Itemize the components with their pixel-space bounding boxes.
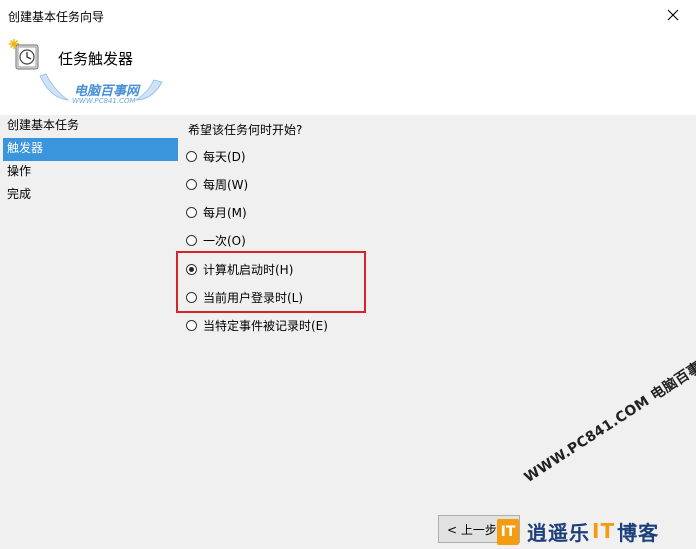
radio-label: 每天(D): [203, 149, 246, 164]
radio-button[interactable]: [186, 319, 197, 331]
radio-monthly[interactable]: 每月(M): [186, 203, 247, 221]
brand-text-it: IT: [592, 519, 616, 543]
radio-button[interactable]: [186, 234, 197, 246]
radio-daily[interactable]: 每天(D): [186, 147, 246, 165]
brand-text: 逍遥乐 IT 博客: [527, 515, 659, 547]
trigger-question: 希望该任务何时开始?: [188, 123, 303, 137]
radio-label: 当特定事件被记录时(E): [203, 318, 328, 333]
task-clock-icon: [8, 38, 40, 70]
sidebar-item-action[interactable]: 操作: [3, 161, 178, 184]
back-button-label: < 上一步(: [447, 522, 502, 537]
sidebar-item-label: 完成: [7, 187, 32, 201]
sidebar-item-label: 操作: [7, 164, 32, 178]
sidebar-item-label: 触发器: [7, 141, 44, 155]
sidebar-item-create-basic-task[interactable]: 创建基本任务: [3, 115, 178, 138]
radio-button[interactable]: [186, 206, 197, 218]
window-title: 创建基本任务向导: [8, 10, 105, 24]
title-bar: 创建基本任务向导: [0, 0, 696, 30]
watermark-logo-subtext: WWW.PC841.COM: [72, 97, 136, 105]
radio-on-event[interactable]: 当特定事件被记录时(E): [186, 316, 328, 334]
it-badge: IT: [497, 519, 519, 545]
radio-weekly[interactable]: 每周(W): [186, 175, 248, 193]
sidebar-item-label: 创建基本任务: [7, 118, 80, 132]
page-title: 任务触发器: [58, 50, 134, 68]
wizard-header: 任务触发器 电脑百事网 WWW.PC841.COM: [0, 30, 696, 115]
watermark-logo: 电脑百事网 WWW.PC841.COM: [36, 70, 166, 110]
brand-text-b: 博客: [617, 520, 660, 545]
radio-label: 一次(O): [203, 233, 246, 248]
red-highlight-annotation: [176, 251, 366, 313]
wizard-steps-sidebar: 创建基本任务 触发器 操作 完成: [3, 115, 178, 207]
close-button[interactable]: [650, 0, 696, 30]
radio-once[interactable]: 一次(O): [186, 231, 246, 249]
brand-text-a: 逍遥乐: [527, 520, 590, 545]
radio-button[interactable]: [186, 178, 197, 190]
close-icon: [667, 9, 679, 21]
brand-banner-watermark: IT 逍遥乐 IT 博客: [497, 515, 696, 549]
radio-button[interactable]: [186, 150, 197, 162]
sidebar-item-trigger[interactable]: 触发器: [3, 138, 178, 161]
radio-label: 每月(M): [203, 205, 247, 220]
sidebar-item-finish[interactable]: 完成: [3, 184, 178, 207]
radio-label: 每周(W): [203, 177, 249, 192]
